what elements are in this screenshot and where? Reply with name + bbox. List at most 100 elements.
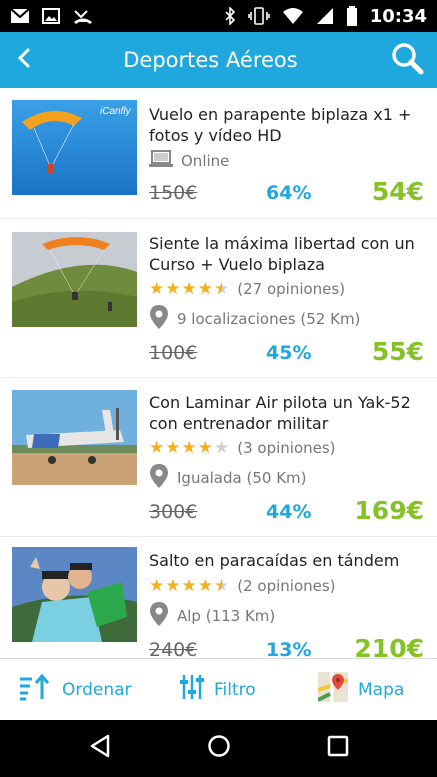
discount: 64% xyxy=(266,182,312,204)
old-price: 100€ xyxy=(149,342,198,364)
location-pin-icon xyxy=(149,464,169,492)
deal-title[interactable]: Con Laminar Air pilota un Yak-52 con ent… xyxy=(149,392,419,434)
google-maps-icon xyxy=(317,672,349,707)
gmail-icon xyxy=(10,8,30,24)
star-icon: ★ xyxy=(149,278,165,299)
search-icon xyxy=(390,41,424,80)
discount: 44% xyxy=(266,501,312,523)
star-icon: ★ xyxy=(197,437,213,458)
nav-home-button[interactable] xyxy=(189,720,249,777)
rating-row: ★ ★ ★ ★ ★ (2 opiniones) xyxy=(149,577,336,595)
star-icon: ★ xyxy=(197,575,213,596)
search-button[interactable] xyxy=(377,32,437,88)
discount: 13% xyxy=(266,639,312,658)
price-row: 100€ 45% 55€ xyxy=(149,336,424,366)
price: 169€ xyxy=(354,496,424,525)
filter-sliders-icon xyxy=(180,674,204,705)
star-icon: ★ xyxy=(197,278,213,299)
brand-watermark: iCanfly xyxy=(100,106,132,117)
order-label: Ordenar xyxy=(62,679,132,700)
opinions-count[interactable]: (2 opiniones) xyxy=(237,577,335,595)
rating-stars: ★ ★ ★ ★ ★ xyxy=(149,437,230,458)
deal-list[interactable]: iCanfly Vuelo en parapente biplaza x1 + … xyxy=(0,88,437,658)
deal-title[interactable]: Salto en paracaídas en tándem xyxy=(149,550,419,571)
old-price: 300€ xyxy=(149,501,198,523)
sort-icon xyxy=(18,673,52,706)
star-icon: ★ xyxy=(149,437,165,458)
laptop-icon xyxy=(149,150,173,172)
opinions-count[interactable]: (27 opiniones) xyxy=(237,280,345,298)
old-price: 150€ xyxy=(149,182,198,204)
action-bar: Ordenar Filtro Mapa xyxy=(0,658,437,720)
wifi-icon xyxy=(282,7,304,25)
battery-icon xyxy=(346,6,358,26)
status-bar: 10:34 xyxy=(0,0,437,32)
map-label: Mapa xyxy=(358,679,405,700)
price: 55€ xyxy=(371,337,424,366)
rating-stars: ★ ★ ★ ★ ★ xyxy=(149,575,230,596)
star-icon: ★ xyxy=(165,437,181,458)
location-text[interactable]: 9 localizaciones (52 Km) xyxy=(177,310,360,328)
deal-card[interactable]: iCanfly Vuelo en parapente biplaza x1 + … xyxy=(0,88,437,218)
deal-title[interactable]: Vuelo en parapente biplaza x1 + fotos y … xyxy=(149,104,419,146)
deal-card[interactable]: Con Laminar Air pilota un Yak-52 con ent… xyxy=(0,378,437,536)
star-icon: ★ xyxy=(149,575,165,596)
map-button[interactable]: Mapa xyxy=(317,672,405,707)
rating-row: ★ ★ ★ ★ ★ (3 opiniones) xyxy=(149,439,336,457)
nav-recents-button[interactable] xyxy=(308,720,368,777)
half-star-icon: ★ xyxy=(214,278,230,299)
bluetooth-icon xyxy=(224,7,236,25)
signal-icon xyxy=(316,7,334,25)
deal-image xyxy=(12,390,137,485)
deal-channel: Online xyxy=(181,152,230,170)
home-circle-icon xyxy=(207,734,231,763)
half-star-icon: ★ xyxy=(214,575,230,596)
location-row: 9 localizaciones (52 Km) xyxy=(149,305,360,333)
location-row: Alp (113 Km) xyxy=(149,602,275,630)
star-icon: ★ xyxy=(181,278,197,299)
deal-card[interactable]: Salto en paracaídas en tándem ★ ★ ★ ★ ★ … xyxy=(0,537,437,658)
status-time: 10:34 xyxy=(369,5,427,27)
discount: 45% xyxy=(266,342,312,364)
filter-label: Filtro xyxy=(214,679,256,700)
deal-title[interactable]: Siente la máxima libertad con un Curso +… xyxy=(149,233,419,275)
opinions-count[interactable]: (3 opiniones) xyxy=(237,439,335,457)
price-row: 300€ 44% 169€ xyxy=(149,495,424,525)
deal-image: iCanfly xyxy=(12,100,137,195)
location-row: Igualada (50 Km) xyxy=(149,464,307,492)
location-pin-icon xyxy=(149,602,169,630)
deal-image xyxy=(12,547,137,642)
status-left xyxy=(10,8,94,24)
star-icon: ★ xyxy=(181,437,197,458)
price-row: 150€ 64% 54€ xyxy=(149,176,424,206)
order-button[interactable]: Ordenar xyxy=(18,673,132,706)
deal-image xyxy=(12,232,137,327)
page-title: Deportes Aéreos xyxy=(123,48,298,72)
system-nav-bar xyxy=(0,720,437,777)
old-price: 240€ xyxy=(149,639,198,658)
app-bar: Deportes Aéreos xyxy=(0,32,437,88)
missed-call-icon xyxy=(72,8,94,24)
deal-meta: Online xyxy=(149,150,229,172)
deal-card[interactable]: Siente la máxima libertad con un Curso +… xyxy=(0,219,437,377)
rating-row: ★ ★ ★ ★ ★ (27 opiniones) xyxy=(149,280,345,298)
nav-back-button[interactable] xyxy=(70,720,130,777)
location-text[interactable]: Igualada (50 Km) xyxy=(177,469,307,487)
recents-square-icon xyxy=(327,735,349,762)
star-icon: ★ xyxy=(165,575,181,596)
back-button[interactable] xyxy=(0,32,50,88)
back-arrow-icon xyxy=(15,48,35,73)
price: 210€ xyxy=(354,634,424,658)
price-row: 240€ 13% 210€ xyxy=(149,633,424,658)
rating-stars: ★ ★ ★ ★ ★ xyxy=(149,278,230,299)
star-icon: ★ xyxy=(165,278,181,299)
location-pin-icon xyxy=(149,305,169,333)
empty-star-icon: ★ xyxy=(214,437,230,458)
price: 54€ xyxy=(371,177,424,206)
location-text[interactable]: Alp (113 Km) xyxy=(177,607,275,625)
vibrate-icon xyxy=(247,7,270,25)
star-icon: ★ xyxy=(181,575,197,596)
filter-button[interactable]: Filtro xyxy=(180,674,256,705)
back-triangle-icon xyxy=(89,734,111,763)
image-icon xyxy=(42,8,60,24)
